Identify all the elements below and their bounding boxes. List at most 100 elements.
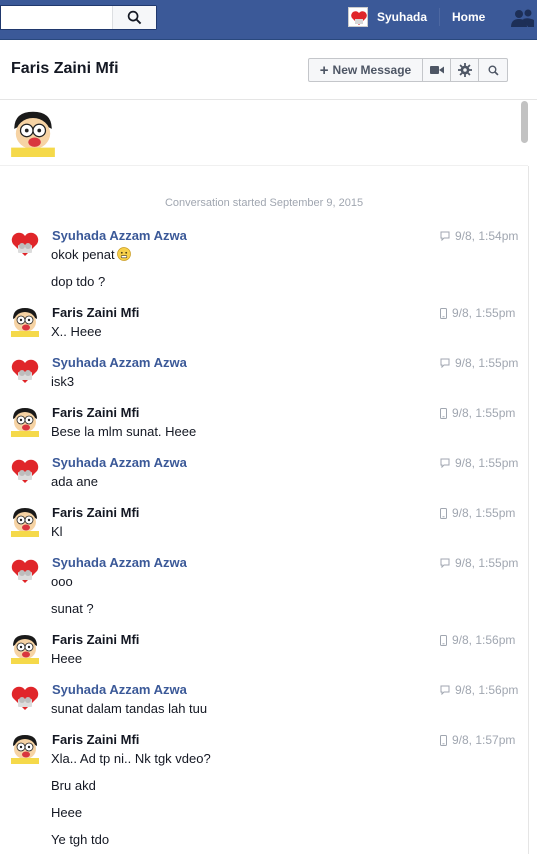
timestamp-text: 9/8, 1:55pm [455,456,519,470]
message-text-content: okok penat [51,247,115,262]
sender-avatar-me[interactable] [9,682,41,714]
message-text-content: Bese la mlm sunat. Heee [51,424,197,439]
user-avatar[interactable] [348,7,368,27]
mobile-source-icon [440,407,447,419]
sender-name[interactable]: Faris Zaini Mfi [52,405,139,420]
message-text: Kl [51,524,63,539]
timestamp-text: 9/8, 1:54pm [455,229,519,243]
sender-name[interactable]: Faris Zaini Mfi [52,632,139,647]
sender-avatar-me[interactable] [9,355,41,387]
video-call-icon [429,66,444,74]
message-text-content: Ye tgh tdo [51,832,110,847]
sender-name[interactable]: Faris Zaini Mfi [52,505,139,520]
message-text: X.. Heee [51,324,102,339]
search-input[interactable] [1,6,111,29]
mobile-source-icon [440,507,447,519]
friend-requests-button[interactable] [509,7,537,29]
message-text: Bese la mlm sunat. Heee [51,424,196,439]
sender-avatar-other[interactable] [9,732,41,764]
sender-avatar-other[interactable] [9,505,41,537]
message-text: ooo [51,574,73,589]
chat-source-icon [440,458,450,468]
sender-avatar-other[interactable] [9,632,41,664]
conversation-header: Faris Zaini Mfi + New Message [0,40,537,100]
message-timestamp: 9/8, 1:56pm [440,683,518,697]
sender-name[interactable]: Faris Zaini Mfi [52,305,139,320]
mobile-source-icon [440,307,447,319]
search-icon [487,64,499,76]
nobita-avatar-icon [8,107,58,157]
message-text: dop tdo ? [51,274,105,289]
sender-name[interactable]: Syuhada Azzam Azwa [52,228,187,243]
plus-icon: + [319,61,329,79]
timestamp-text: 9/8, 1:56pm [455,683,519,697]
message-text-content: X.. Heee [51,324,102,339]
timestamp-text: 9/8, 1:55pm [452,406,516,420]
timestamp-text: 9/8, 1:55pm [455,356,519,370]
sender-name[interactable]: Syuhada Azzam Azwa [52,455,187,470]
sender-avatar-other[interactable] [9,305,41,337]
sender-avatar-me[interactable] [9,555,41,587]
timestamp-text: 9/8, 1:56pm [452,633,516,647]
user-name-link[interactable]: Syuhada [377,10,427,24]
message-text-content: ada ane [51,474,98,489]
message-text-content: ooo [51,574,73,589]
search-box [0,5,157,30]
user-nav: Syuhada Home [348,7,485,27]
message-text-content: Heee [51,805,83,820]
gear-icon [457,63,472,77]
top-navigation-bar: Syuhada Home [0,0,537,40]
search-icon [127,10,142,25]
video-call-button[interactable] [423,59,451,81]
nav-divider [439,8,441,26]
message-text: Heee [51,651,82,666]
message-timestamp: 9/8, 1:55pm [440,406,515,420]
message-timestamp: 9/8, 1:55pm [440,556,518,570]
friends-icon [511,9,534,27]
new-message-label: New Message [332,63,412,77]
divider [528,166,529,854]
timestamp-text: 9/8, 1:55pm [452,506,516,520]
chat-source-icon [440,558,450,568]
scrollbar-track[interactable] [528,100,537,854]
message-text-content: Bru akd [51,778,96,793]
scrollbar-thumb[interactable] [521,101,528,143]
message-text-content: sunat dalam tandas lah tuu [51,701,208,716]
message-text: Ye tgh tdo [51,832,109,847]
conversation-toolbar: + New Message [308,58,508,82]
sender-name[interactable]: Syuhada Azzam Azwa [52,555,187,570]
search-button[interactable] [112,6,156,29]
sender-name[interactable]: Faris Zaini Mfi [52,732,139,747]
message-text-content: Kl [51,524,63,539]
message-timestamp: 9/8, 1:55pm [440,306,515,320]
chat-source-icon [440,358,450,368]
timestamp-text: 9/8, 1:55pm [455,556,519,570]
sender-avatar-other[interactable] [9,405,41,437]
participant-avatar[interactable] [8,107,58,157]
sender-avatar-me[interactable] [9,455,41,487]
new-message-button[interactable]: + New Message [309,59,423,81]
participants-strip [0,100,528,166]
home-link[interactable]: Home [452,10,485,24]
message-timestamp: 9/8, 1:56pm [440,633,515,647]
sender-name[interactable]: Syuhada Azzam Azwa [52,682,187,697]
message-text-content: Heee [51,651,83,666]
settings-button[interactable] [451,59,479,81]
message-text: Bru akd [51,778,96,793]
message-text: Heee [51,805,82,820]
message-text-content: sunat ? [51,601,94,616]
timestamp-text: 9/8, 1:55pm [452,306,516,320]
timestamp-text: 9/8, 1:57pm [452,733,516,747]
tired-emoji-icon [116,247,131,261]
message-text: Xla.. Ad tp ni.. Nk tgk vdeo? [51,751,211,766]
chat-source-icon [440,685,450,695]
search-conversation-button[interactable] [479,59,507,81]
conversation-started-label: Conversation started September 9, 2015 [164,197,364,209]
message-text-content: Xla.. Ad tp ni.. Nk tgk vdeo? [51,751,211,766]
sender-name[interactable]: Syuhada Azzam Azwa [52,355,187,370]
heart-avatar-icon [349,8,367,26]
message-text: okok penat [51,247,131,262]
sender-avatar-me[interactable] [9,228,41,260]
conversation-title: Faris Zaini Mfi [11,60,119,77]
message-timestamp: 9/8, 1:54pm [440,229,518,243]
